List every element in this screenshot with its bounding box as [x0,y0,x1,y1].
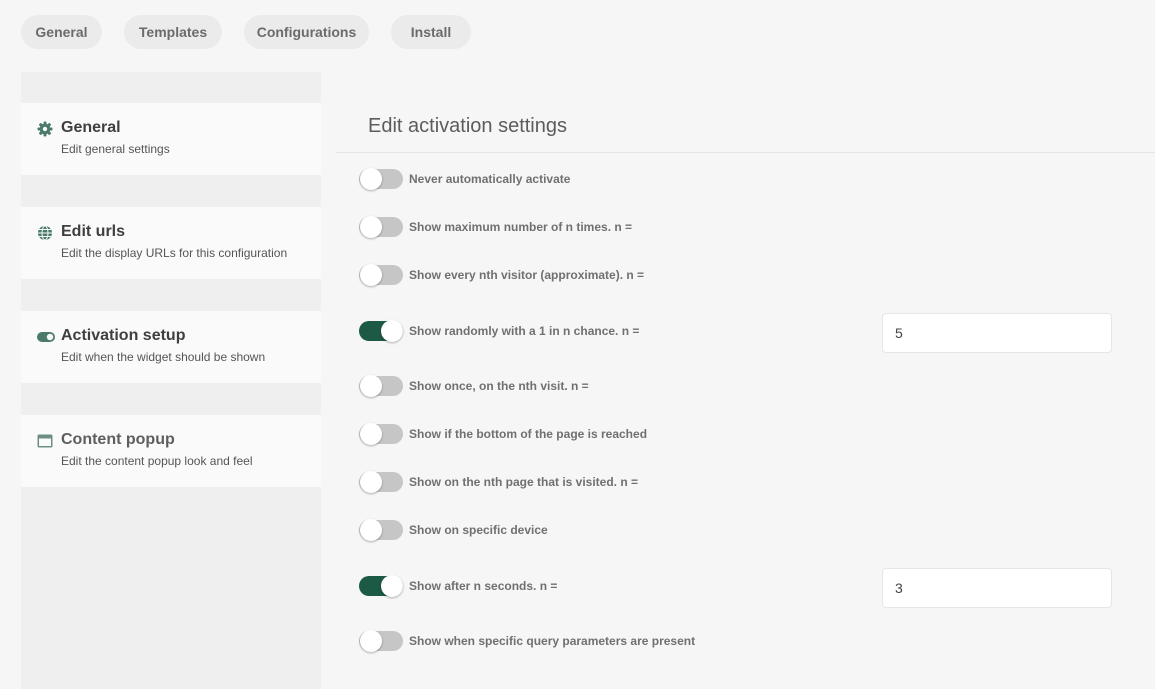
toggle-switch[interactable] [359,630,403,652]
window-icon [37,433,53,449]
toggle-switch[interactable] [359,471,403,493]
globe-icon [37,225,53,241]
sidebar-item-subtitle: Edit the display URLs for this configura… [61,246,288,260]
toggle-switch[interactable] [359,375,403,397]
activation-settings-panel: Edit activation settings Never automatic… [336,72,1155,689]
sidebar-item-title: Edit urls [61,223,126,240]
sidebar-item-activation-setup[interactable]: Activation setup Edit when the widget sh… [21,311,321,383]
toggle-switch[interactable] [359,264,403,286]
sidebar-item-title: General [61,119,121,136]
sidebar-item-title: Content popup [61,431,175,448]
toggle-switch[interactable] [359,519,403,541]
sidebar-item-title: Activation setup [61,327,186,344]
tab-templates[interactable]: Templates [124,15,222,49]
option-label: Show on the nth page that is visited. n … [409,475,639,489]
toggle-switch[interactable] [359,575,403,597]
sidebar-item-subtitle: Edit general settings [61,142,170,156]
option-label: Show every nth visitor (approximate). n … [409,268,645,282]
option-label: Show after n seconds. n = [409,579,558,593]
tab-general[interactable]: General [21,15,102,49]
option-label: Show on specific device [409,523,548,537]
seconds-delay-input[interactable] [882,568,1112,608]
random-chance-input[interactable] [882,313,1112,353]
toggle-switch[interactable] [359,168,403,190]
settings-sidebar: General Edit general settings Edit urls … [21,72,321,689]
option-label: Never automatically activate [409,172,571,186]
option-label: Show when specific query parameters are … [409,634,696,648]
toggle-switch[interactable] [359,216,403,238]
sidebar-item-edit-urls[interactable]: Edit urls Edit the display URLs for this… [21,207,321,279]
toggle-icon [37,329,55,345]
toggle-switch[interactable] [359,423,403,445]
toggle-switch[interactable] [359,320,403,342]
gear-icon [37,121,53,137]
option-label: Show randomly with a 1 in n chance. n = [409,324,640,338]
sidebar-item-general[interactable]: General Edit general settings [21,103,321,175]
sidebar-item-content-popup[interactable]: Content popup Edit the content popup loo… [21,415,321,487]
tab-install[interactable]: Install [391,15,471,49]
divider [336,152,1155,153]
sidebar-item-subtitle: Edit the content popup look and feel [61,454,253,468]
option-label: Show maximum number of n times. n = [409,220,633,234]
tab-configurations[interactable]: Configurations [244,15,369,49]
sidebar-item-subtitle: Edit when the widget should be shown [61,350,266,364]
page-title: Edit activation settings [368,115,567,137]
option-label: Show if the bottom of the page is reache… [409,427,648,441]
option-label: Show once, on the nth visit. n = [409,379,589,393]
top-tabs: General Templates Configurations Install [21,15,493,49]
